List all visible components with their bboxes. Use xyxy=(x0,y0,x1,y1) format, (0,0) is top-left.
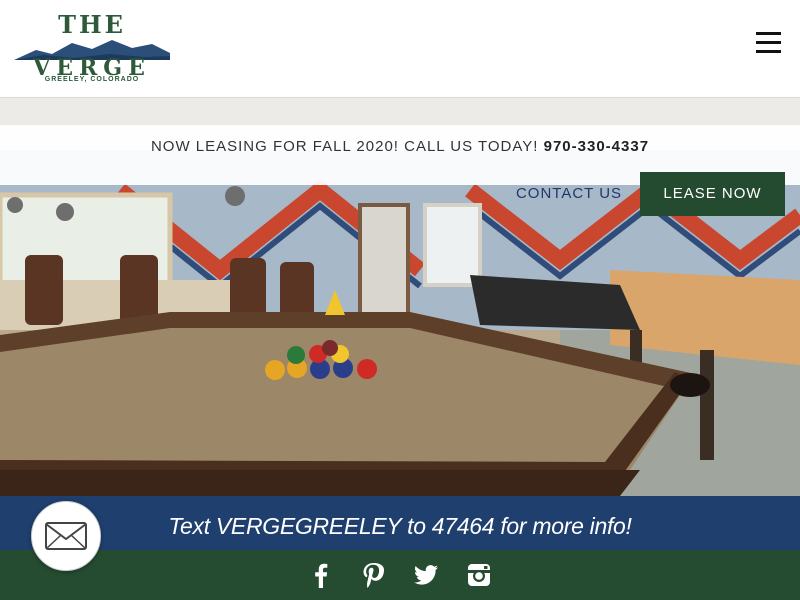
email-contact-button[interactable] xyxy=(31,501,101,571)
twitter-icon[interactable] xyxy=(413,562,439,588)
logo-location: GREELEY, COLORADO xyxy=(44,76,140,83)
facebook-icon[interactable] xyxy=(308,562,334,588)
lease-now-button[interactable]: LEASE NOW xyxy=(640,172,785,216)
logo-top-word: THE xyxy=(58,10,126,39)
site-header: THE VERGE GREELEY, COLORADO xyxy=(0,0,800,98)
primary-nav: CONTACT US LEASE NOW xyxy=(0,172,800,216)
social-footer xyxy=(0,550,800,600)
phone-number-link[interactable]: 970-330-4337 xyxy=(544,138,649,155)
leasing-message: NOW LEASING FOR FALL 2020! CALL US TODAY… xyxy=(150,138,539,155)
text-info-banner: Text VERGEGREELEY to 47464 for more info… xyxy=(0,496,800,552)
instagram-icon[interactable] xyxy=(466,562,492,588)
the-verge-logo[interactable]: THE VERGE GREELEY, COLORADO xyxy=(14,12,174,86)
contact-us-link[interactable]: CONTACT US xyxy=(505,172,633,216)
pinterest-icon[interactable] xyxy=(360,562,386,588)
menu-hamburger-icon[interactable] xyxy=(756,32,782,54)
envelope-icon xyxy=(45,522,87,550)
